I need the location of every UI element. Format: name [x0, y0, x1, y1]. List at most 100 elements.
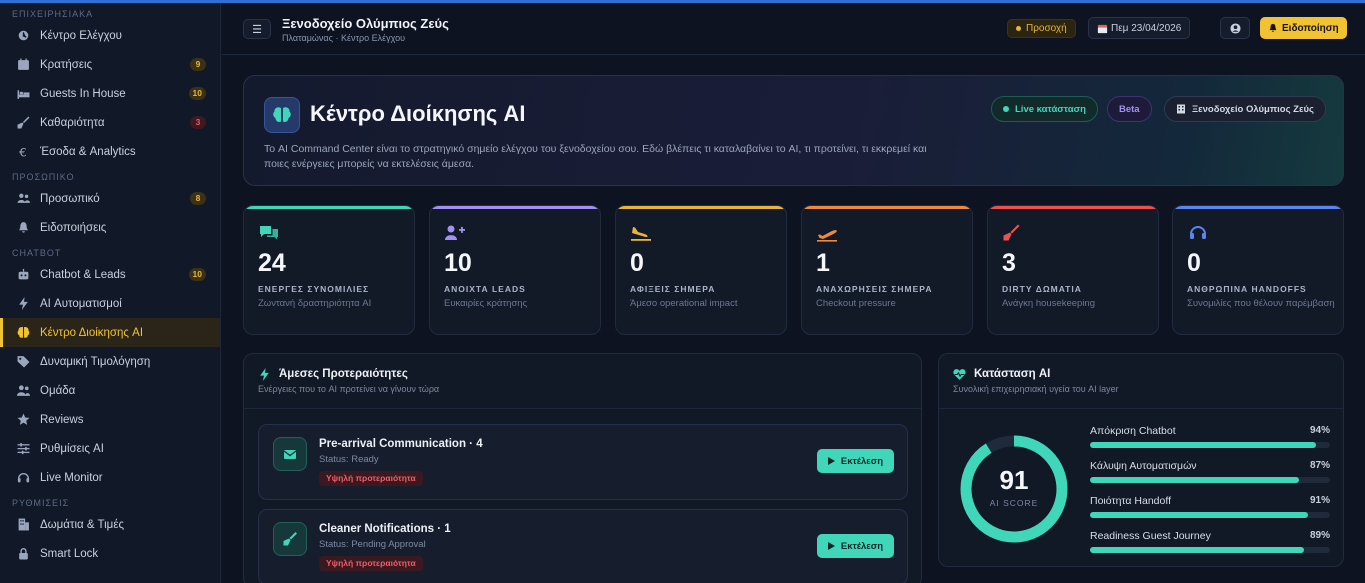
stat-label: ΑΝΘΡΩΠΙΝΑ HANDOFFS: [1187, 284, 1307, 294]
ai-metric: Κάλυψη Αυτοματισμών 87%: [1090, 460, 1330, 490]
top-header: ☰ Ξενοδοχείο Ολύμπιος Ζεύς Πλαταμώνας · …: [222, 3, 1365, 55]
date-display[interactable]: Πεμ 23/04/2026: [1088, 17, 1191, 39]
user-menu-button[interactable]: [1220, 17, 1250, 39]
execute-button[interactable]: Εκτέλεση: [817, 534, 894, 558]
sidebar-item-2-0[interactable]: Chatbot & Leads 10: [0, 260, 220, 289]
stat-card[interactable]: 10 ΑΝΟΙΧΤΑ LEADS Ευκαιρίες κράτησης: [429, 205, 601, 335]
calendar-icon: [1097, 24, 1108, 33]
stat-value: 3: [1002, 249, 1016, 277]
stat-card[interactable]: 1 ΑΝΑΧΩΡΗΣΕΙΣ ΣΗΜΕΡΑ Checkout pressure: [801, 205, 973, 335]
headset-icon: [1187, 224, 1209, 242]
priority-task-card: Pre-arrival Communication · 4 Status: Re…: [258, 424, 908, 500]
plane-landing-icon: [630, 224, 652, 242]
page-title: Ξενοδοχείο Ολύμπιος Ζεύς: [282, 16, 449, 31]
attention-badge[interactable]: Προσοχή: [1007, 19, 1076, 38]
breadcrumb: Πλαταμώνας · Κέντρο Ελέγχου: [282, 33, 406, 43]
beta-chip: Beta: [1107, 96, 1152, 122]
menu-toggle-button[interactable]: ☰: [243, 19, 271, 39]
heart-pulse-icon: [953, 369, 966, 380]
broom-icon: [1002, 224, 1024, 242]
sidebar-item-2-5[interactable]: Reviews: [0, 405, 220, 434]
ai-status-panel: Κατάσταση AI Συνολική επιχειρησιακή υγεί…: [938, 353, 1344, 567]
sidebar-item-2-4[interactable]: Ομάδα: [0, 376, 220, 405]
sidebar-item-3-0[interactable]: Δωμάτια & Τιμές: [0, 510, 220, 539]
sidebar-item-label: AI Αυτοματισμοί: [40, 297, 122, 310]
main-content: ☰ Ξενοδοχείο Ολύμπιος Ζεύς Πλαταμώνας · …: [222, 3, 1365, 583]
sidebar-item-0-4[interactable]: € Έσοδα & Analytics: [0, 137, 220, 166]
task-status: Status: Pending Approval: [319, 539, 426, 550]
stat-value: 0: [630, 249, 644, 277]
sidebar-item-0-2[interactable]: Guests In House 10: [0, 79, 220, 108]
task-title: Pre-arrival Communication · 4: [319, 438, 483, 450]
notification-button[interactable]: Ειδοποίηση: [1260, 17, 1347, 39]
sidebar-item-2-2[interactable]: Κέντρο Διοίκησης AI: [0, 318, 220, 347]
sidebar-item-label: Προσωπικό: [40, 192, 100, 205]
svg-text:€: €: [19, 145, 27, 158]
metric-value: 87%: [1309, 460, 1330, 471]
hotel-chip[interactable]: Ξενοδοχείο Ολύμπιος Ζεύς: [1164, 96, 1326, 122]
bolt-icon: [260, 368, 269, 381]
sidebar-item-label: Έσοδα & Analytics: [40, 145, 136, 158]
sidebar-section-title: ΕΠΙΧΕΙΡΗΣΙΑΚΑ: [12, 9, 94, 19]
stat-accent-bar: [802, 206, 972, 209]
stat-value: 24: [258, 249, 286, 277]
sidebar-item-2-6[interactable]: Ρυθμίσεις AI: [0, 434, 220, 463]
sidebar-item-label: Καθαριότητα: [40, 116, 105, 129]
sidebar-item-label: Live Monitor: [40, 471, 103, 484]
live-status-chip[interactable]: Live κατάσταση: [991, 96, 1098, 122]
stat-card[interactable]: 24 ΕΝΕΡΓΕΣ ΣΥΝΟΜΙΛΙΕΣ Ζωντανή δραστηριότ…: [243, 205, 415, 335]
stat-label: ΑΦΙΞΕΙΣ ΣΗΜΕΡΑ: [630, 284, 716, 294]
metric-name: Ποιότητα Handoff: [1090, 495, 1172, 507]
sidebar: ΕΠΙΧΕΙΡΗΣΙΑΚΑ Κέντρο Ελέγχου Κρατήσεις 9…: [0, 3, 221, 583]
stat-card[interactable]: 0 ΑΦΙΞΕΙΣ ΣΗΜΕΡΑ Άμεσο operational impac…: [615, 205, 787, 335]
sidebar-item-label: Δωμάτια & Τιμές: [40, 518, 124, 531]
sidebar-item-0-1[interactable]: Κρατήσεις 9: [0, 50, 220, 79]
metric-value: 94%: [1309, 425, 1330, 436]
metric-track: [1090, 512, 1330, 518]
live-label: Live κατάσταση: [1015, 103, 1086, 115]
sidebar-item-label: Κρατήσεις: [40, 58, 93, 71]
stat-subtitle: Ανάγκη housekeeping: [1002, 298, 1095, 309]
envelope-icon: [273, 437, 307, 471]
metric-value: 91%: [1309, 495, 1330, 506]
count-badge: 9: [190, 58, 206, 71]
stat-card[interactable]: 0 ΑΝΘΡΩΠΙΝΑ HANDOFFS Συνομιλίες που θέλο…: [1172, 205, 1344, 335]
chat-icon: [258, 224, 280, 242]
count-badge: 10: [188, 268, 206, 281]
sidebar-item-3-1[interactable]: Smart Lock: [0, 539, 220, 568]
notification-label: Ειδοποίηση: [1282, 22, 1339, 34]
ai-metric: Readiness Guest Journey 89%: [1090, 530, 1330, 560]
status-dot-icon: [1016, 26, 1021, 31]
sidebar-section-title: ΡΥΘΜΙΣΕΙΣ: [12, 498, 70, 508]
sidebar-item-2-3[interactable]: Δυναμική Τιμολόγηση: [0, 347, 220, 376]
stat-label: ΑΝΟΙΧΤΑ LEADS: [444, 284, 526, 294]
ai-score-gauge: 91 AI SCORE: [957, 432, 1071, 546]
ai-metric: Απόκριση Chatbot 94%: [1090, 425, 1330, 455]
sidebar-item-2-7[interactable]: Live Monitor: [0, 463, 220, 492]
sidebar-item-0-0[interactable]: Κέντρο Ελέγχου: [0, 21, 220, 50]
sidebar-item-2-1[interactable]: AI Αυτοματισμοί: [0, 289, 220, 318]
stat-card[interactable]: 3 DIRTY ΔΩΜΑΤΙΑ Ανάγκη housekeeping: [987, 205, 1159, 335]
metric-fill: [1090, 547, 1304, 553]
count-badge: 3: [190, 116, 206, 129]
task-title: Cleaner Notifications · 1: [319, 523, 451, 535]
hero-banner: Κέντρο Διοίκησης AI Το AI Command Center…: [243, 75, 1344, 186]
stat-accent-bar: [1173, 206, 1343, 209]
stat-value: 0: [1187, 249, 1201, 277]
broom-icon: [273, 522, 307, 556]
execute-label: Εκτέλεση: [840, 540, 884, 552]
count-badge: 10: [188, 87, 206, 100]
stat-label: ΑΝΑΧΩΡΗΣΕΙΣ ΣΗΜΕΡΑ: [816, 284, 933, 294]
sidebar-item-1-1[interactable]: Ειδοποιήσεις: [0, 213, 220, 242]
hero-description: Το AI Command Center είναι το στρατηγικό…: [264, 143, 927, 170]
ai-metric: Ποιότητα Handoff 91%: [1090, 495, 1330, 525]
sidebar-item-0-3[interactable]: Καθαριότητα 3: [0, 108, 220, 137]
metric-name: Readiness Guest Journey: [1090, 530, 1211, 542]
priorities-panel: Άμεσες Προτεραιότητες Ενέργειες που το A…: [243, 353, 922, 583]
ai-score-value: 91: [999, 465, 1029, 495]
metric-value: 89%: [1309, 530, 1330, 541]
priority-badge: Υψηλή προτεραιότητα: [319, 556, 423, 571]
sidebar-item-1-0[interactable]: Προσωπικό 8: [0, 184, 220, 213]
execute-button[interactable]: Εκτέλεση: [817, 449, 894, 473]
count-badge: 8: [190, 192, 206, 205]
